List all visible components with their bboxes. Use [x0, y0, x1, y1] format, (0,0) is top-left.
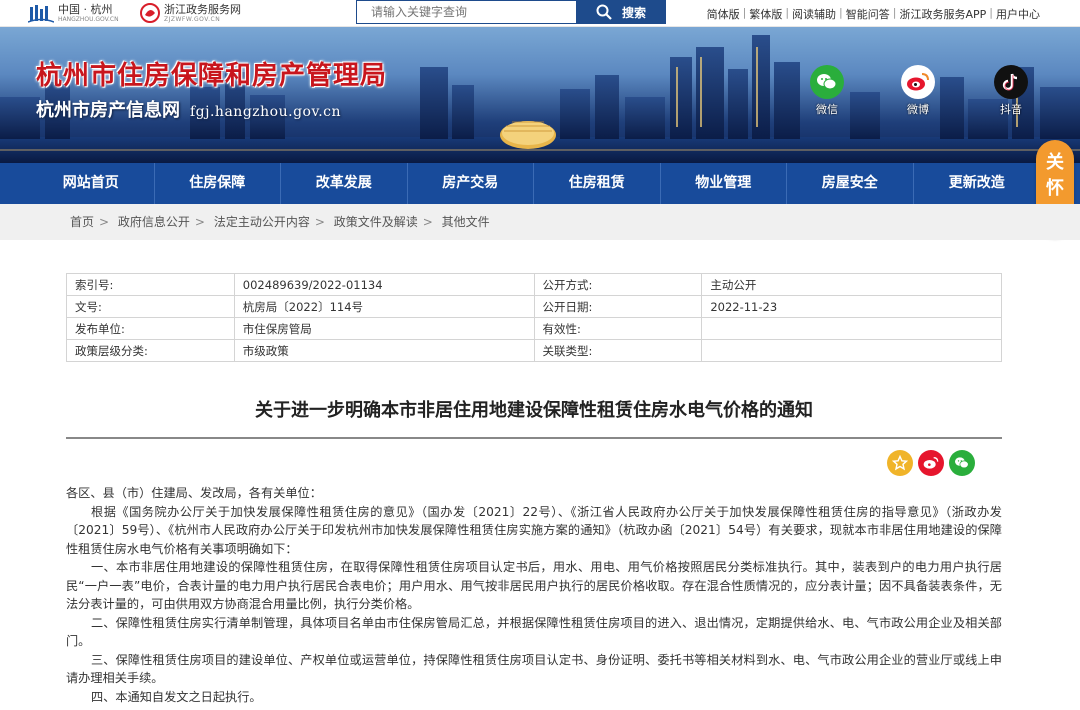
care-char: 怀	[1046, 178, 1064, 199]
share-bar	[887, 450, 975, 476]
crumb-sep: >	[99, 215, 110, 229]
weibo-share-button[interactable]	[918, 450, 944, 476]
search-icon	[596, 4, 612, 20]
info-key: 发布单位:	[66, 317, 235, 340]
info-value: 002489639/2022-01134	[233, 273, 535, 296]
social-douyin-label: 抖音	[1000, 103, 1022, 116]
document-info-table: 索引号: 002489639/2022-01134 公开方式: 主动公开 文号:…	[66, 273, 1002, 362]
nav-property-mgmt[interactable]: 物业管理	[661, 163, 787, 204]
article-title: 关于进一步明确本市非居住用地建设保障性租赁住房水电气价格的通知	[255, 400, 813, 421]
nav-reform[interactable]: 改革发展	[281, 163, 408, 204]
article-paragraph: 三、保障性租赁住房项目的建设单位、产权单位或运营单位，持保障性租赁住房项目认定书…	[66, 652, 1002, 686]
star-icon	[892, 455, 908, 471]
info-key: 公开方式:	[533, 273, 703, 296]
info-key: 索引号:	[66, 273, 235, 296]
search-button-label: 搜索	[621, 5, 646, 20]
link-user-center[interactable]: 用户中心	[996, 6, 1040, 22]
social-wechat-label: 微信	[816, 103, 838, 116]
info-key: 关联类型:	[533, 339, 703, 362]
logo2-text: 浙江政务服务网	[164, 2, 241, 16]
wechat-share-button[interactable]	[949, 450, 975, 476]
sep: |	[785, 6, 790, 19]
crumb-policy[interactable]: 政策文件及解读	[334, 215, 418, 229]
info-value: 市住保房管局	[233, 317, 535, 340]
main-nav: 网站首页 住房保障 改革发展 房产交易 住房租赁 物业管理 房屋安全 更新改造	[0, 163, 1080, 204]
hangzhou-logo-icon	[28, 5, 54, 23]
breadcrumb: 首页 > 政府信息公开 > 法定主动公开内容 > 政策文件及解读 > 其他文件	[0, 204, 1080, 240]
logo2-sub: ZJZWFW.GOV.CN	[164, 15, 221, 23]
info-key: 公开日期:	[533, 295, 703, 318]
hangzhou-gov-logo[interactable]: 中国 · 杭州 HANGZHOU.GOV.CN	[28, 3, 119, 23]
table-row: 发布单位: 市住保房管局 有效性:	[66, 317, 1002, 340]
site-subtitle-text: 杭州市房产信息网	[36, 100, 180, 121]
wechat-icon	[810, 65, 844, 99]
nav-housing-security[interactable]: 住房保障	[155, 163, 281, 204]
info-key: 政策层级分类:	[66, 339, 235, 362]
wechat-icon	[955, 457, 969, 469]
logo1-sub: HANGZHOU.GOV.CN	[58, 15, 119, 23]
crumb-home[interactable]: 首页	[70, 215, 94, 229]
crumb-legal[interactable]: 法定主动公开内容	[214, 215, 310, 229]
title-divider	[66, 437, 1002, 439]
crumb-sep: >	[314, 215, 325, 229]
zjzwfw-logo-icon	[140, 3, 160, 23]
info-value: 杭房局〔2022〕114号	[233, 295, 535, 318]
info-key: 有效性:	[533, 317, 703, 340]
top-links: 简体版 | 繁体版 | 阅读辅助 | 智能问答 | 浙江政务服务APP | 用户中心	[707, 6, 1040, 22]
sep: |	[839, 6, 843, 19]
link-smart-qa[interactable]: 智能问答	[846, 6, 890, 22]
table-row: 文号: 杭房局〔2022〕114号 公开日期: 2022-11-23	[66, 295, 1002, 318]
article-paragraph: 二、保障性租赁住房实行清单制管理，具体项目名单由市住保房管局汇总，并根据保障性租…	[66, 615, 1002, 649]
search-input[interactable]	[356, 0, 576, 24]
site-title: 杭州市住房保障和房产管理局	[36, 61, 388, 91]
nav-house-safety[interactable]: 房屋安全	[787, 163, 914, 204]
top-bar: 中国 · 杭州 HANGZHOU.GOV.CN 浙江政务服务网 ZJZWFW.G…	[0, 0, 1080, 27]
social-weibo-label: 微博	[907, 103, 929, 116]
weibo-icon	[901, 65, 935, 99]
care-char: 关	[1046, 152, 1064, 173]
table-row: 政策层级分类: 市级政策 关联类型:	[66, 339, 1002, 362]
article-paragraph: 一、本市非居住用地建设的保障性租赁住房，在取得保障性租赁住房项目认定书后，用水、…	[66, 560, 1002, 611]
crumb-gov-info[interactable]: 政府信息公开	[118, 215, 190, 229]
nav-property-trade[interactable]: 房产交易	[408, 163, 534, 204]
info-key: 文号:	[66, 295, 235, 318]
favorite-share-button[interactable]	[887, 450, 913, 476]
article-body: 各区、县（市）住建局、发改局，各有关单位： 根据《国务院办公厅关于加快发展保障性…	[66, 484, 1002, 706]
article-greeting: 各区、县（市）住建局、发改局，各有关单位：	[66, 486, 322, 500]
site-subtitle: 杭州市房产信息网 fgj.hangzhou.gov.cn	[36, 96, 341, 122]
article-paragraph: 根据《国务院办公厅关于加快发展保障性租赁住房的意见》（国办发〔2021〕22号）…	[66, 504, 1002, 556]
crumb-sep: >	[194, 215, 205, 229]
search-button[interactable]: 搜索	[576, 0, 666, 24]
header-banner: 杭州市住房保障和房产管理局 杭州市房产信息网 fgj.hangzhou.gov.c…	[0, 27, 1080, 163]
article-paragraph: 四、本通知自发文之日起执行。	[91, 689, 262, 704]
sep: |	[989, 6, 993, 19]
douyin-icon	[994, 65, 1028, 99]
nav-renewal[interactable]: 更新改造	[914, 163, 1041, 204]
link-simplified[interactable]: 简体版	[707, 6, 740, 22]
crumb-sep: >	[422, 215, 433, 229]
info-value: 2022-11-23	[701, 295, 1002, 318]
link-zj-app[interactable]: 浙江政务服务APP	[899, 6, 986, 22]
sep: |	[742, 6, 747, 19]
social-wechat[interactable]: 微信	[803, 65, 851, 117]
social-douyin[interactable]: 抖音	[987, 65, 1035, 117]
social-weibo[interactable]: 微博	[894, 65, 942, 117]
info-value: 市级政策	[233, 339, 535, 362]
search-bar: 搜索	[356, 0, 666, 24]
link-traditional[interactable]: 繁体版	[749, 6, 782, 22]
sep: |	[892, 6, 897, 19]
info-value	[701, 339, 1002, 362]
link-reading-aid[interactable]: 阅读辅助	[792, 6, 836, 22]
info-value	[701, 317, 1002, 340]
info-value: 主动公开	[701, 273, 1002, 296]
nav-home[interactable]: 网站首页	[28, 163, 155, 204]
crumb-other[interactable]: 其他文件	[442, 215, 490, 229]
table-row: 索引号: 002489639/2022-01134 公开方式: 主动公开	[66, 273, 1002, 296]
site-url: fgj.hangzhou.gov.cn	[190, 104, 342, 120]
zjzwfw-logo[interactable]: 浙江政务服务网 ZJZWFW.GOV.CN	[140, 3, 241, 23]
weibo-icon	[923, 457, 939, 469]
nav-rental[interactable]: 住房租赁	[534, 163, 661, 204]
logo1-text: 中国 · 杭州	[58, 2, 113, 16]
